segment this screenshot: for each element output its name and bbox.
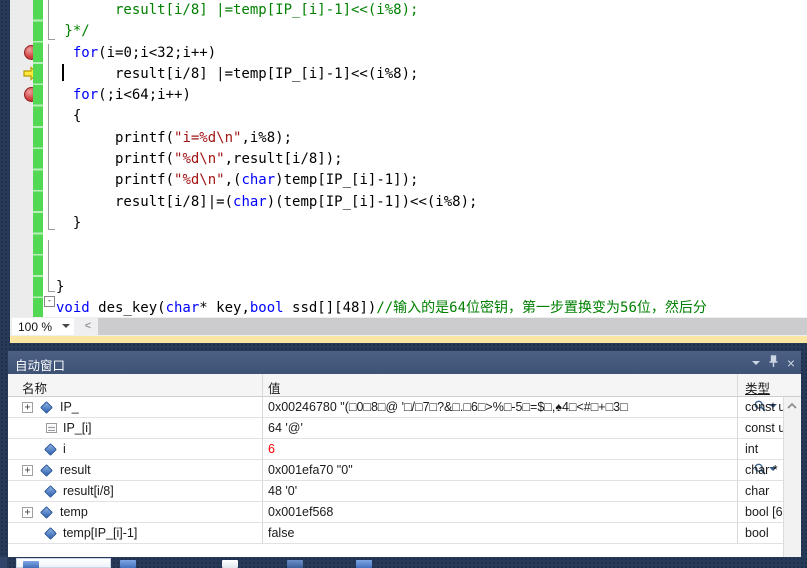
code-editor[interactable]: - result[i/8] |=temp[IP_[i]-1]<<(i%8); }… [0,0,807,568]
variable-type: bool [745,526,769,540]
column-header-name[interactable]: 名称 [22,378,47,397]
zoom-level-dropdown[interactable]: 100 % [12,318,74,335]
app-icon [23,561,39,568]
variable-name[interactable]: temp[IP_[i]-1] [63,526,261,540]
vertical-scrollbar[interactable] [783,397,801,568]
outline-guide[interactable] [48,44,55,230]
variable-row[interactable]: + temp[IP_[i]-1] false bool [8,523,783,544]
variables-grid: 名称 值 类型 + IP_ 0x00246780 "(□0□8□@ '□/□7□… [8,374,801,568]
autos-rows: + IP_ 0x00246780 "(□0□8□@ '□/□7□?&□.□6□>… [8,397,785,544]
variable-value[interactable]: 64 '@' [268,421,733,435]
column-header-value[interactable]: 值 [268,378,281,397]
code-line: } [56,278,65,295]
code-line: { [56,108,82,125]
autos-window-titlebar[interactable]: 自动窗口 × [8,351,801,374]
variable-icon [40,506,53,519]
window-position-icon[interactable] [751,360,760,369]
variable-row[interactable]: + IP_ 0x00246780 "(□0□8□@ '□/□7□?&□.□6□>… [8,397,785,418]
variable-name[interactable]: result[i/8] [63,484,261,498]
autos-window-title: 自动窗口 [15,359,66,373]
variable-value[interactable]: 6 [268,442,733,456]
code-line: result[i/8] |=temp[IP_[i]-1]<<(i%8); [56,2,419,18]
code-line: printf("i=%d\n",i%8); [56,129,293,146]
variable-icon [40,401,53,414]
taskbar-app-icon[interactable] [287,560,303,568]
variable-row[interactable]: + result[i/8] 48 '0' char [8,481,783,502]
collapse-region-icon[interactable]: - [44,296,55,307]
code-text-area[interactable]: - result[i/8] |=temp[IP_[i]-1]<<(i%8); }… [43,0,807,317]
autos-window: 自动窗口 × 名称 值 类型 + IP_ 0x00246780 "(□0□8□@… [8,351,801,568]
code-line: for(;i<64;i++) [72,87,191,104]
windows-taskbar[interactable] [0,557,807,568]
variable-row[interactable]: + result 0x001efa70 "0" char * [8,460,783,481]
variable-icon [44,443,57,456]
expand-icon[interactable]: + [22,507,33,518]
variable-value[interactable]: 0x00246780 "(□0□8□@ '□/□7□?&□.□6□>%□-5□=… [268,400,733,414]
horizontal-scrollbar[interactable] [98,318,807,335]
variable-icon [44,485,57,498]
variable-type: char [745,484,770,498]
column-header-type[interactable]: 类型 [745,378,770,397]
taskbar-start-edge[interactable] [0,557,7,568]
code-line: result[i/8] |=temp[IP_[i]-1]<<(i%8); [56,65,419,82]
variable-name[interactable]: IP_ [60,400,258,414]
splitter-highlight-strip [10,336,807,343]
variable-icon [40,464,53,477]
code-line: }*/ [56,23,90,40]
variable-name[interactable]: i [63,442,261,456]
pin-icon[interactable] [769,355,778,370]
code-line: for(i=0;i<32;i++) [72,44,217,61]
close-icon[interactable]: × [787,356,795,370]
variable-icon [44,527,57,540]
variable-value[interactable]: false [268,526,733,540]
zoom-level-value: 100 % [18,320,53,334]
text-caret [62,64,64,81]
change-tracking-bar [33,0,43,317]
expand-icon[interactable]: + [22,465,33,476]
outline-guide[interactable] [48,240,55,292]
variable-type: int [745,442,759,456]
code-line: printf("%d\n",(char)temp[IP_[i]-1]); [56,172,419,189]
variable-name[interactable]: temp [60,505,258,519]
grid-header[interactable]: 名称 值 类型 [8,374,801,397]
variable-row[interactable]: + i 6 int [8,439,783,460]
outline-guide[interactable] [48,0,55,40]
code-line: result[i/8]|=(char)(temp[IP_[i]-1])<<(i%… [56,193,478,210]
variable-type: char * [745,463,778,477]
variable-value[interactable]: 0x001efa70 "0" [268,463,733,477]
variable-name[interactable]: IP_[i] [63,421,261,435]
scroll-up-arrow-icon[interactable] [787,401,797,411]
variable-name[interactable]: result [60,463,258,477]
variable-type: bool [6 [745,505,783,519]
variable-row[interactable]: + temp 0x001ef568 bool [6 [8,502,783,523]
breakpoint-margin[interactable] [10,0,39,317]
code-line: } [56,214,82,231]
taskbar-button-active[interactable] [16,558,111,568]
taskbar-app-icon[interactable] [222,560,238,568]
chevron-down-icon [62,324,70,332]
window-background-gap [0,343,807,351]
variable-type: const u [745,421,785,435]
variable-icon [46,423,57,433]
scroll-left-arrow-icon[interactable]: < [80,319,96,334]
variable-type: const u [745,400,785,414]
expand-icon[interactable]: + [22,402,33,413]
taskbar-app-icon[interactable] [356,560,372,568]
variable-row[interactable]: + IP_[i] 64 '@' const u [8,418,785,439]
source-code: result[i/8] |=temp[IP_[i]-1]<<(i%8); }*/… [56,0,707,317]
taskbar-app-icon[interactable] [120,560,136,568]
code-line: printf("%d\n",result[i/8]); [56,151,343,168]
variable-value[interactable]: 48 '0' [268,484,733,498]
editor-bottom-bar: 100 % < [10,317,807,336]
code-line: void des_key(char* key,bool ssd[][48])//… [56,300,707,317]
variable-value[interactable]: 0x001ef568 [268,505,733,519]
